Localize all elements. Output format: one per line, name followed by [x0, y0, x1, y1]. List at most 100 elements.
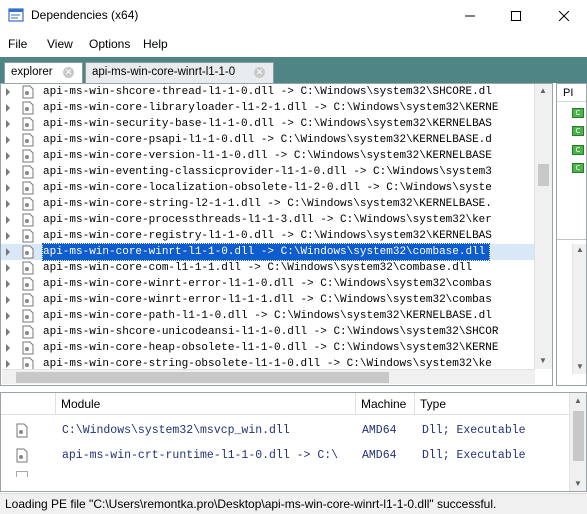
tree-item[interactable]: api-ms-win-core-path-l1-1-0.dll -> C:\Wi… [1, 308, 534, 324]
imports-vertical-scrollbar[interactable]: ▲ ▼ [572, 244, 586, 374]
dependency-tree[interactable]: api-ms-win-shcore-thread-l1-1-0.dll -> C… [0, 83, 553, 386]
tree-item[interactable]: api-ms-win-core-string-l2-1-1.dll -> C:\… [1, 196, 534, 212]
tree-item-label: api-ms-win-core-localization-obsolete-l1… [43, 182, 492, 194]
scroll-thumb[interactable] [538, 164, 549, 186]
tree-item[interactable]: api-ms-win-security-base-l1-1-0.dll -> C… [1, 116, 534, 132]
expand-arrow-icon[interactable] [6, 264, 10, 272]
tree-item[interactable]: api-ms-win-eventing-classicprovider-l1-1… [1, 164, 534, 180]
menu-file[interactable]: File [8, 37, 27, 51]
tree-item[interactable]: api-ms-win-shcore-thread-l1-1-0.dll -> C… [1, 84, 534, 100]
close-icon [559, 10, 569, 21]
module-type: Dll; Executable [422, 424, 526, 437]
tab-label: api-ms-win-core-winrt-l1-1-0 [92, 66, 236, 78]
maximize-button[interactable] [493, 0, 539, 31]
column-header-module[interactable]: Module [56, 393, 356, 415]
expand-arrow-icon[interactable] [6, 104, 10, 112]
scroll-down-icon[interactable]: ▼ [576, 362, 584, 371]
tree-item-label: api-ms-win-shcore-thread-l1-1-0.dll -> C… [43, 86, 492, 98]
scroll-down-icon[interactable]: ▼ [574, 479, 582, 488]
menu-help[interactable]: Help [143, 37, 168, 51]
table-row[interactable]: api-ms-win-crt-runtime-l1-1-0.dll -> C:\… [1, 443, 571, 468]
close-button[interactable] [541, 0, 587, 31]
tree-item-label: api-ms-win-core-winrt-error-l1-1-1.dll -… [43, 294, 492, 306]
dll-file-icon [16, 471, 28, 477]
tree-item[interactable]: api-ms-win-core-heap-obsolete-l1-1-0.dll… [1, 340, 534, 356]
status-bar: Loading PE file "C:\Users\remontka.pro\D… [0, 493, 587, 514]
tab-label: explorer [11, 66, 53, 78]
expand-arrow-icon[interactable] [6, 312, 10, 320]
expand-arrow-icon[interactable] [6, 296, 10, 304]
dll-file-icon [22, 293, 34, 307]
minimize-button[interactable] [447, 0, 493, 31]
tab-close-icon[interactable]: ✕ [63, 67, 74, 78]
expand-arrow-icon[interactable] [6, 88, 10, 96]
expand-arrow-icon[interactable] [6, 280, 10, 288]
tree-item[interactable]: api-ms-win-core-processthreads-l1-1-3.dl… [1, 212, 534, 228]
function-c-icon: C [572, 163, 584, 173]
tree-item-label: api-ms-win-security-base-l1-1-0.dll -> C… [43, 118, 492, 130]
imports-panel[interactable]: PI C C C C ▲ ▼ [556, 83, 587, 386]
table-row[interactable]: C:\Windows\system32\msvcp_win.dll AMD64 … [1, 418, 571, 443]
pi-column-header[interactable]: PI [557, 84, 586, 102]
dll-file-icon [22, 149, 34, 163]
window-title: Dependencies (x64) [31, 8, 139, 22]
dll-file-icon [22, 325, 34, 339]
modules-list[interactable]: Module Machine Type C:\Windows\system32\… [0, 392, 587, 492]
scroll-up-icon[interactable]: ▲ [574, 396, 582, 405]
expand-arrow-icon[interactable] [6, 168, 10, 176]
scroll-up-icon[interactable]: ▲ [539, 86, 547, 95]
menu-view[interactable]: View [47, 37, 73, 51]
tab-bar: explorer ✕ api-ms-win-core-winrt-l1-1-0 … [0, 57, 587, 83]
tree-item[interactable]: api-ms-win-core-winrt-error-l1-1-0.dll -… [1, 276, 534, 292]
tree-item[interactable]: api-ms-win-shcore-unicodeansi-l1-1-0.dll… [1, 324, 534, 340]
scroll-up-icon[interactable]: ▲ [576, 245, 584, 254]
tree-item-label: api-ms-win-core-winrt-error-l1-1-0.dll -… [43, 278, 492, 290]
menu-options[interactable]: Options [89, 37, 130, 51]
expand-arrow-icon[interactable] [6, 120, 10, 128]
tree-item[interactable]: api-ms-win-core-registry-l1-1-0.dll -> C… [1, 228, 534, 244]
column-header-machine[interactable]: Machine [356, 393, 415, 415]
expand-arrow-icon[interactable] [6, 232, 10, 240]
expand-arrow-icon[interactable] [6, 152, 10, 160]
tab-close-icon[interactable]: ✕ [254, 67, 265, 78]
expand-arrow-icon[interactable] [6, 328, 10, 336]
scroll-down-icon[interactable]: ▼ [539, 356, 547, 365]
expand-arrow-icon[interactable] [6, 344, 10, 352]
tree-item[interactable]: api-ms-win-core-libraryloader-l1-2-1.dll… [1, 100, 534, 116]
expand-arrow-icon[interactable] [6, 200, 10, 208]
tab-api-ms-win-core-winrt[interactable]: api-ms-win-core-winrt-l1-1-0 ✕ [85, 62, 274, 83]
tree-vertical-scrollbar[interactable]: ▲ ▼ [534, 84, 552, 369]
tree-item-label: api-ms-win-core-heap-obsolete-l1-1-0.dll… [43, 342, 499, 354]
modules-vertical-scrollbar[interactable]: ▲ ▼ [569, 393, 586, 491]
tree-item[interactable]: api-ms-win-core-winrt-l1-1-0.dll -> C:\W… [1, 243, 534, 261]
dll-file-icon [22, 133, 34, 147]
tab-explorer[interactable]: explorer ✕ [4, 62, 83, 83]
column-header-icon[interactable] [1, 393, 56, 415]
tree-item-label: api-ms-win-shcore-unicodeansi-l1-1-0.dll… [43, 326, 499, 338]
expand-arrow-icon[interactable] [6, 248, 10, 256]
tree-horizontal-scrollbar[interactable] [2, 369, 535, 384]
dll-file-icon [22, 245, 34, 259]
dll-file-icon [22, 181, 34, 195]
tree-item[interactable]: api-ms-win-core-winrt-error-l1-1-1.dll -… [1, 292, 534, 308]
tree-item[interactable]: api-ms-win-core-psapi-l1-1-0.dll -> C:\W… [1, 132, 534, 148]
function-c-icon: C [572, 145, 584, 155]
scroll-thumb[interactable] [573, 411, 584, 461]
dll-file-icon [22, 85, 34, 99]
tree-item[interactable]: api-ms-win-core-com-l1-1-1.dll -> C:\Win… [1, 260, 534, 276]
module-path: C:\Windows\system32\msvcp_win.dll [62, 424, 290, 437]
tree-item[interactable]: api-ms-win-core-localization-obsolete-l1… [1, 180, 534, 196]
column-header-type[interactable]: Type [415, 393, 570, 415]
panel-divider [557, 239, 586, 240]
expand-arrow-icon[interactable] [6, 360, 10, 368]
tree-item-label: api-ms-win-core-winrt-l1-1-0.dll -> C:\W… [41, 243, 491, 261]
tree-item[interactable]: api-ms-win-core-version-l1-1-0.dll -> C:… [1, 148, 534, 164]
tree-item-label: api-ms-win-core-version-l1-1-0.dll -> C:… [43, 150, 492, 162]
scroll-thumb[interactable] [16, 372, 389, 383]
dll-file-icon [22, 341, 34, 355]
expand-arrow-icon[interactable] [6, 136, 10, 144]
expand-arrow-icon[interactable] [6, 216, 10, 224]
tree-item-label: api-ms-win-core-psapi-l1-1-0.dll -> C:\W… [43, 134, 492, 146]
tree-item-label: api-ms-win-core-processthreads-l1-1-3.dl… [43, 214, 492, 226]
expand-arrow-icon[interactable] [6, 184, 10, 192]
